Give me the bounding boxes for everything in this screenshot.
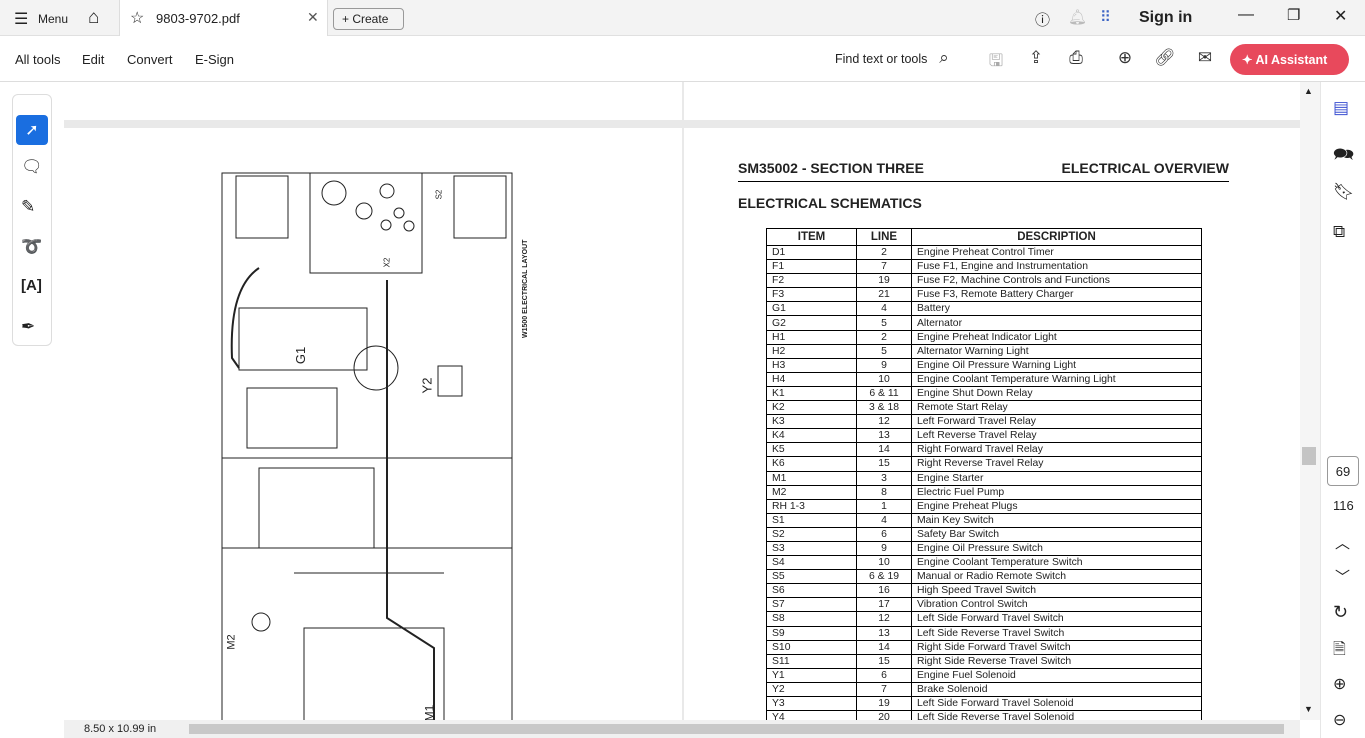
prev-page-left [64, 82, 682, 120]
create-label: Create [352, 12, 389, 26]
label-x2: X2 [382, 257, 392, 268]
close-tab-icon[interactable]: ✕ [307, 9, 319, 26]
menu-button[interactable]: Menu [38, 12, 68, 26]
sign-in-button[interactable]: Sign in [1139, 9, 1192, 27]
text-recognition-icon[interactable]: [A] [21, 277, 42, 294]
section-title: SM35002 - SECTION THREE [738, 160, 924, 176]
page-left: W1500 ELECTRICAL LAYOUT G1 Y2 M2 M1 X2 S… [64, 128, 682, 720]
help-icon[interactable]: ⓘ [1035, 9, 1050, 30]
comments-icon[interactable]: 🗪 [1333, 142, 1354, 171]
hscroll-thumb[interactable] [189, 724, 1284, 734]
highlight-tool-icon[interactable]: ✎ [21, 197, 35, 217]
select-tool-icon[interactable]: ➚ [16, 115, 48, 145]
tab-title: 9803-9702.pdf [156, 11, 240, 26]
scroll-down-arrow[interactable]: ▼ [1304, 704, 1313, 714]
bookmarks-icon[interactable]: 🔖︎ [1333, 182, 1355, 202]
upload-icon[interactable]: ⇪ [1024, 48, 1048, 68]
find-text-button[interactable]: Find text or tools [835, 52, 927, 66]
scroll-up-arrow[interactable]: ▲ [1304, 86, 1313, 96]
page-right [684, 128, 1300, 720]
save-icon[interactable]: 🖫 [984, 48, 1008, 77]
apps-icon[interactable]: ⠿ [1100, 8, 1111, 26]
scroll-thumb[interactable] [1302, 447, 1316, 465]
horizontal-scrollbar[interactable]: 8.50 x 10.99 in [64, 720, 1300, 738]
minimize-button[interactable]: — [1238, 6, 1254, 24]
zoom-out-icon[interactable]: ⊖ [1333, 710, 1346, 730]
vertical-scrollbar[interactable]: ▲ ▼ [1300, 82, 1320, 720]
ai-icon: ✦ [1242, 53, 1256, 67]
schematics-heading: ELECTRICAL SCHEMATICS [738, 195, 922, 211]
close-window-button[interactable]: ✕ [1334, 6, 1347, 26]
hamburger-icon[interactable]: ☰ [14, 9, 28, 29]
next-page-icon[interactable]: ﹀ [1335, 566, 1350, 587]
home-icon[interactable]: ⌂ [88, 7, 99, 29]
esign-menu[interactable]: E-Sign [195, 52, 234, 67]
section-subtitle: ELECTRICAL OVERVIEW [1061, 160, 1229, 176]
ai-assistant-button[interactable]: ✦ AI Assistant [1230, 44, 1349, 75]
label-g1: G1 [293, 346, 309, 365]
print-icon[interactable]: ⎙ [1064, 48, 1088, 68]
comment-tool-icon[interactable]: 🗨︎ [21, 157, 43, 177]
convert-menu[interactable]: Convert [127, 52, 173, 67]
bell-icon[interactable]: 🔔︎ [1068, 8, 1087, 26]
tab-document[interactable]: ☆ 9803-9702.pdf ✕ [119, 0, 328, 36]
label-y2: Y2 [419, 377, 435, 394]
sign-tool-icon[interactable]: ✒ [21, 317, 35, 337]
electrical-layout-drawing [221, 172, 513, 720]
plus-icon: + [342, 12, 353, 26]
prev-page-right [684, 82, 1300, 120]
tools-rail: ➚ 🗨︎ ✎ ➰ [A] ✒ [12, 94, 52, 346]
search-icon[interactable]: ⌕ [932, 48, 956, 68]
edit-menu[interactable]: Edit [82, 52, 104, 67]
page-header: SM35002 - SECTION THREE ELECTRICAL OVERV… [738, 160, 1229, 182]
ai-label: AI Assistant [1255, 53, 1328, 67]
star-icon[interactable]: ☆ [130, 8, 144, 28]
pages-icon[interactable]: ⧉ [1333, 222, 1345, 242]
total-pages: 116 [1333, 498, 1354, 513]
rotate-icon[interactable]: ↻ [1333, 602, 1348, 623]
page-fit-icon[interactable]: 🗎 [1333, 638, 1346, 665]
label-s2: S2 [434, 189, 444, 200]
label-m2: M2 [225, 634, 238, 650]
create-button[interactable]: + Create [333, 8, 404, 30]
edit-pdf-icon[interactable]: ▤ [1333, 98, 1349, 118]
layout-label: W1500 ELECTRICAL LAYOUT [522, 239, 529, 338]
right-rail: ▤ 🗪 🔖︎ ⧉ 69 116 ︿ ﹀ ↻ 🗎 ⊕ ⊖ [1320, 82, 1365, 738]
zoom-in-icon[interactable]: ⊕ [1333, 674, 1346, 694]
tab-bar: ☰ Menu ⌂ ☆ 9803-9702.pdf ✕ + Create ⓘ 🔔︎… [0, 0, 1365, 36]
draw-tool-icon[interactable]: ➰ [21, 237, 42, 257]
all-tools-menu[interactable]: All tools [15, 52, 61, 67]
share-user-icon[interactable]: ⊕ [1113, 48, 1137, 68]
mail-icon[interactable]: ✉ [1193, 48, 1217, 68]
maximize-button[interactable]: ❐ [1287, 6, 1300, 24]
link-icon[interactable]: 🔗︎ [1153, 48, 1177, 68]
current-page-input[interactable]: 69 [1327, 456, 1359, 486]
previous-page-icon[interactable]: ︿ [1335, 532, 1350, 553]
label-m1: M1 [422, 704, 437, 720]
page-size-label: 8.50 x 10.99 in [84, 723, 157, 735]
